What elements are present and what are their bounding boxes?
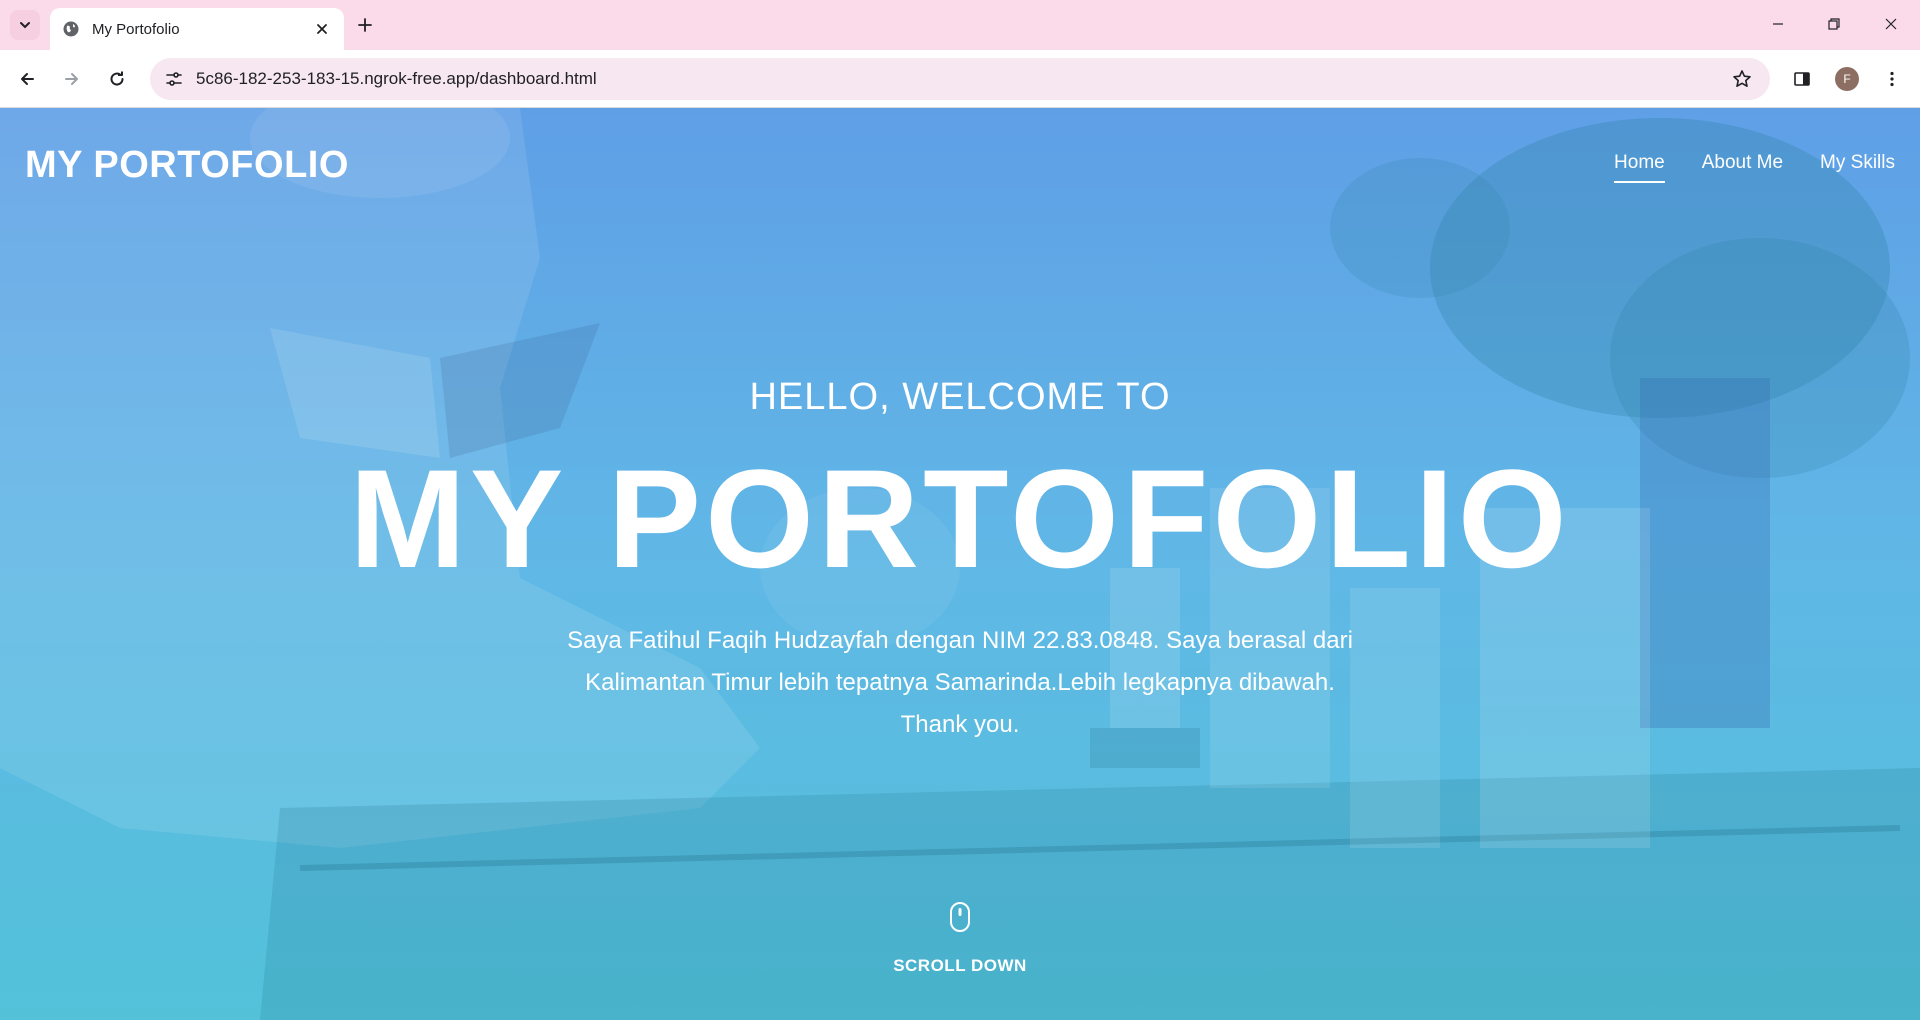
menu-button[interactable]: [1876, 63, 1908, 95]
hero-section: MY PORTOFOLIO Home About Me My Skills HE…: [0, 108, 1920, 1020]
chevron-down-icon: [20, 22, 30, 29]
nav-item-home[interactable]: Home: [1614, 152, 1665, 183]
main-nav: Home About Me My Skills: [1614, 152, 1895, 183]
restore-icon: [1828, 18, 1840, 30]
more-vert-icon: [1890, 71, 1894, 87]
hero-greeting: HELLO, WELCOME TO: [749, 376, 1171, 418]
plus-icon: [358, 18, 372, 32]
tab-title: My Portofolio: [92, 20, 180, 38]
back-button[interactable]: [11, 63, 43, 95]
close-window-button[interactable]: [1871, 8, 1911, 40]
url-text[interactable]: 5c86-182-253-183-15.ngrok-free.app/dashb…: [196, 69, 597, 89]
star-icon: [1733, 70, 1751, 87]
site-info-button[interactable]: [158, 63, 190, 95]
minimize-button[interactable]: [1758, 8, 1798, 40]
arrow-right-icon: [65, 73, 78, 85]
tab-strip: My Portofolio: [0, 0, 1920, 50]
new-tab-button[interactable]: [352, 12, 378, 38]
mouse-icon[interactable]: [947, 900, 973, 934]
arrow-left-icon: [21, 73, 34, 85]
close-icon: [317, 24, 327, 34]
hero-description: Saya Fatihul Faqih Hudzayfah dengan NIM …: [567, 627, 1353, 738]
globe-icon: [62, 20, 80, 38]
site-brand[interactable]: MY PORTOFOLIO: [25, 144, 349, 187]
nav-item-about-me[interactable]: About Me: [1702, 152, 1783, 183]
hero-title: MY PORTOFOLIO: [349, 440, 1571, 597]
bookmark-button[interactable]: [1726, 63, 1758, 95]
restore-button[interactable]: [1814, 8, 1854, 40]
tune-icon: [166, 72, 182, 86]
reload-button[interactable]: [101, 63, 133, 95]
tab-search-button[interactable]: [10, 10, 40, 40]
address-bar[interactable]: 5c86-182-253-183-15.ngrok-free.app/dashb…: [150, 58, 1770, 100]
reload-icon: [110, 71, 124, 86]
close-icon: [1885, 18, 1897, 30]
profile-avatar[interactable]: F: [1835, 67, 1859, 91]
browser-tab[interactable]: My Portofolio: [50, 8, 344, 50]
scroll-down-link[interactable]: SCROLL DOWN: [0, 956, 1920, 976]
forward-button[interactable]: [56, 63, 88, 95]
side-panel-icon: [1794, 72, 1810, 86]
browser-toolbar: 5c86-182-253-183-15.ngrok-free.app/dashb…: [0, 50, 1920, 108]
close-tab-button[interactable]: [312, 19, 332, 39]
minimize-icon: [1773, 23, 1783, 25]
nav-item-my-skills[interactable]: My Skills: [1820, 152, 1895, 183]
side-panel-button[interactable]: [1786, 63, 1818, 95]
